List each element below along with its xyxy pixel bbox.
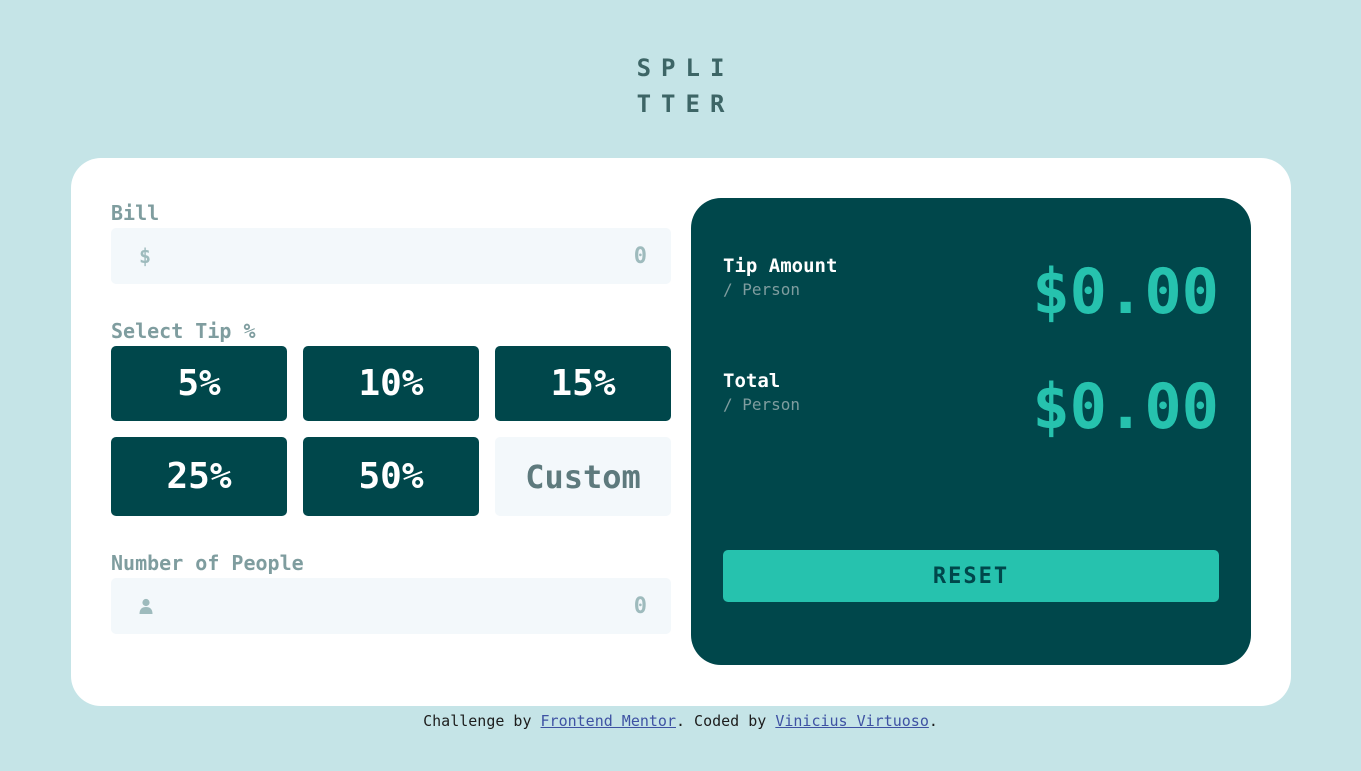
- logo-line-2: TTER: [636, 90, 735, 118]
- bill-label: Bill: [111, 201, 160, 225]
- total-row: Total / Person $0.00: [723, 369, 1219, 439]
- app-logo: SPLI TTER: [0, 50, 1361, 122]
- input-panel: Bill $ Select Tip % 5% 10% 15% 25% 50% C…: [111, 198, 671, 634]
- results-panel: Tip Amount / Person $0.00 Total / Person…: [691, 198, 1251, 665]
- select-tip-label: Select Tip %: [111, 319, 256, 343]
- frontend-mentor-link[interactable]: Frontend Mentor: [541, 712, 676, 730]
- tip-button-5[interactable]: 5%: [111, 346, 287, 421]
- attribution-suffix: .: [928, 712, 938, 730]
- tip-button-25[interactable]: 25%: [111, 437, 287, 516]
- calculator-card: Bill $ Select Tip % 5% 10% 15% 25% 50% C…: [71, 158, 1291, 706]
- bill-input[interactable]: [247, 228, 647, 284]
- tip-button-10[interactable]: 10%: [303, 346, 479, 421]
- attribution: Challenge by Frontend Mentor. Coded by V…: [0, 712, 1361, 730]
- tip-options: 5% 10% 15% 25% 50% Custom: [111, 346, 671, 516]
- total-value: $0.00: [1032, 370, 1219, 443]
- person-icon: [139, 578, 153, 634]
- attribution-prefix: Challenge by: [423, 712, 532, 730]
- author-link[interactable]: Vinicius Virtuoso: [775, 712, 929, 730]
- tip-button-50[interactable]: 50%: [303, 437, 479, 516]
- people-input[interactable]: [247, 578, 647, 634]
- tip-button-15[interactable]: 15%: [495, 346, 671, 421]
- custom-tip-input[interactable]: Custom: [495, 437, 671, 516]
- reset-button[interactable]: RESET: [723, 550, 1219, 602]
- logo-line-1: SPLI: [636, 54, 735, 82]
- dollar-icon: $: [139, 244, 152, 268]
- bill-field: $: [111, 228, 671, 284]
- people-field: [111, 578, 671, 634]
- attribution-middle: . Coded by: [675, 712, 767, 730]
- people-label: Number of People: [111, 551, 304, 575]
- tip-amount-value: $0.00: [1032, 255, 1219, 328]
- tip-amount-row: Tip Amount / Person $0.00: [723, 254, 1219, 324]
